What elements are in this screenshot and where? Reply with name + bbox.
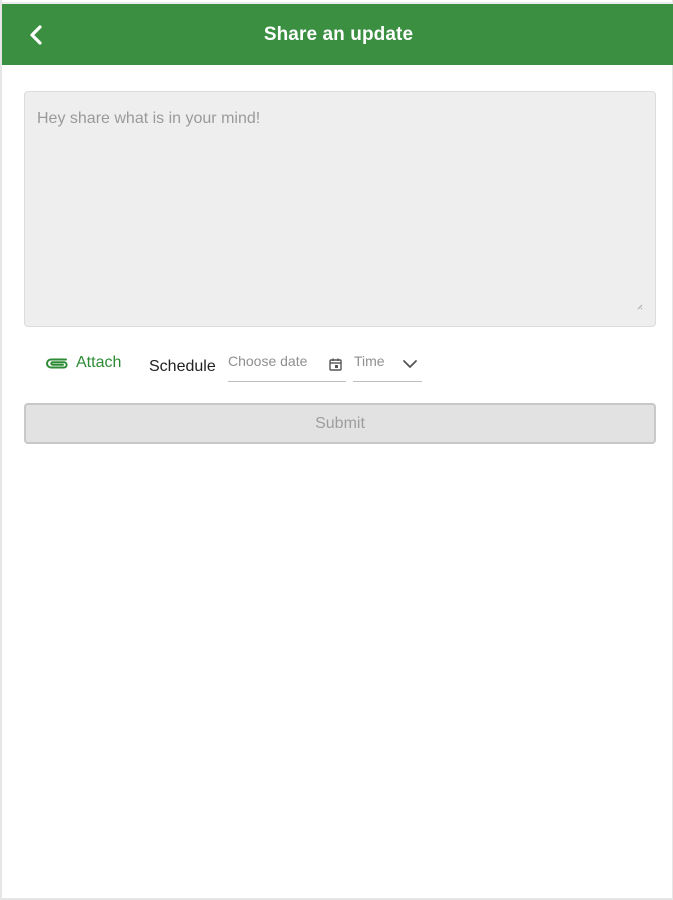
update-textarea[interactable] [25, 92, 655, 326]
app-frame: Share an update Attach Schedule Choose d… [0, 0, 673, 900]
date-picker-field[interactable]: Choose date [228, 350, 346, 382]
page-title: Share an update [263, 24, 414, 45]
schedule-label: Schedule [149, 358, 216, 375]
paperclip-icon [46, 358, 68, 369]
calendar-icon[interactable] [329, 358, 342, 371]
chevron-down-icon [403, 360, 417, 368]
top-app-bar: Share an update [2, 2, 673, 65]
time-select[interactable]: Time [353, 350, 422, 382]
date-placeholder: Choose date [228, 353, 308, 369]
attach-label: Attach [76, 354, 122, 371]
resize-grip-icon[interactable] [637, 304, 643, 310]
submit-button[interactable]: Submit [24, 403, 656, 444]
time-label: Time [354, 353, 385, 369]
post-options-row: Attach Schedule Choose date Time [24, 346, 656, 386]
attach-button[interactable]: Attach [44, 354, 121, 372]
update-composer[interactable] [24, 91, 656, 327]
